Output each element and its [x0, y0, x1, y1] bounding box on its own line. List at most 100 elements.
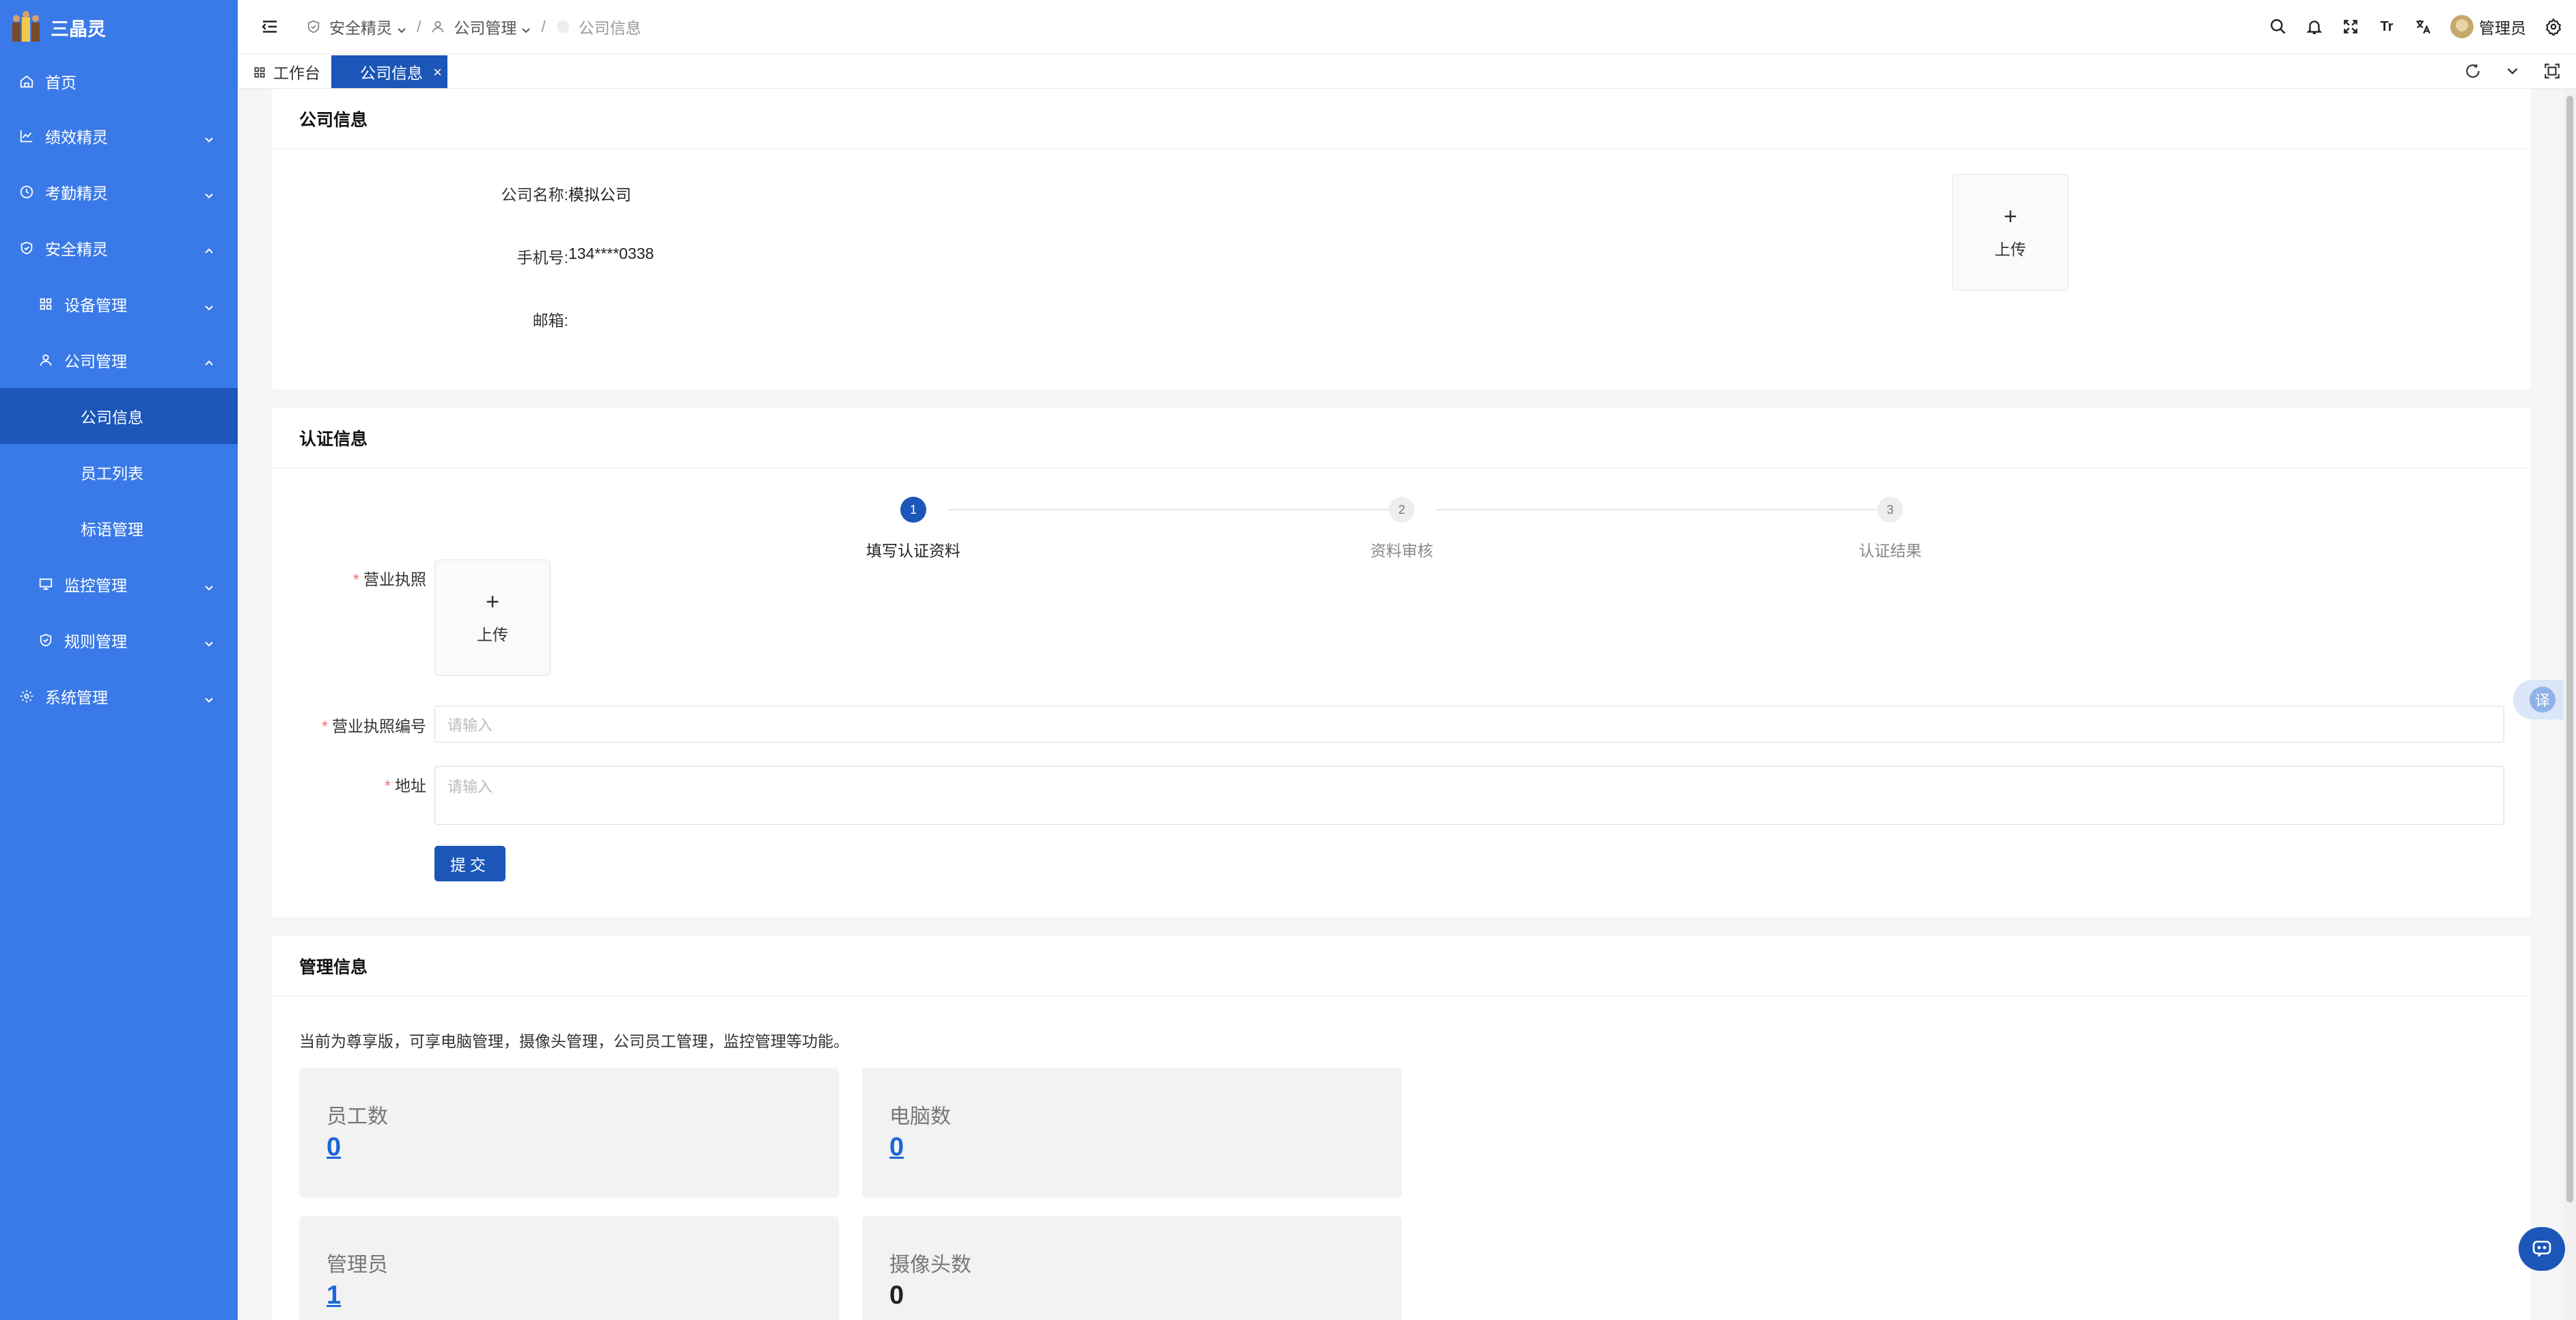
step-2-indicator: 2 — [1389, 497, 1415, 523]
license-no-label-text: 营业执照编号 — [332, 717, 426, 735]
stat-value-link[interactable]: 0 — [327, 1133, 341, 1162]
phone-label: 手机号: — [516, 249, 568, 266]
sidebar-item-monitoring[interactable]: 监控管理 — [0, 556, 238, 612]
chevron-down-icon[interactable] — [521, 21, 531, 33]
sidebar-item-label: 绩效精灵 — [45, 128, 108, 146]
sidebar-item-label: 安全精灵 — [45, 240, 108, 258]
sidebar-item-label: 公司管理 — [64, 353, 127, 370]
breadcrumb-separator: / — [417, 17, 421, 36]
scrollbar-thumb[interactable] — [2566, 96, 2573, 1202]
chevron-up-icon — [204, 243, 214, 253]
sidebar-item-label: 员工列表 — [81, 465, 143, 482]
brand-name: 三晶灵 — [51, 18, 106, 40]
grid-icon — [253, 65, 266, 79]
tab-company-info[interactable]: 公司信息 × — [331, 55, 447, 88]
breadcrumb-item-current: 公司信息 — [578, 19, 641, 37]
step-3-label: 认证结果 — [1859, 542, 1922, 560]
sidebar-item-system[interactable]: 系统管理 — [0, 668, 238, 724]
floating-translate-button[interactable]: 译 — [2513, 680, 2564, 719]
stat-label: 员工数 — [327, 1105, 388, 1128]
phone-value: 134****0338 — [568, 245, 654, 262]
chevron-down-icon[interactable] — [396, 21, 407, 33]
breadcrumb: 安全精灵 / 公司管理 / 公司信息 — [294, 15, 641, 38]
stat-value-link[interactable]: 0 — [889, 1133, 904, 1162]
floating-chat-button[interactable] — [2519, 1227, 2565, 1271]
avatar[interactable] — [2450, 15, 2474, 38]
upload-label: 上传 — [1995, 240, 2026, 258]
main-content: 公司信息 公司名称: 模拟公司 手机号: 134****0338 邮箱: + 上… — [238, 89, 2564, 1320]
gear-icon[interactable] — [2545, 18, 2562, 36]
tab-workbench[interactable]: 工作台 — [253, 55, 320, 88]
monitor-icon — [38, 577, 53, 592]
user-icon — [430, 19, 445, 34]
sidebar-item-label: 考勤精灵 — [45, 184, 108, 202]
sidebar-item-company[interactable]: 公司管理 — [0, 332, 238, 388]
search-icon[interactable] — [2269, 18, 2287, 36]
vertical-scrollbar[interactable] — [2564, 89, 2576, 1320]
stat-employees: 员工数 0 — [299, 1068, 839, 1198]
tab-label: 工作台 — [273, 64, 320, 82]
management-card: 管理信息 当前为尊享版，可享电脑管理，摄像头管理，公司员工管理，监控管理等功能。… — [272, 936, 2531, 1320]
sidebar-item-rules[interactable]: 规则管理 — [0, 612, 238, 668]
circle-icon — [555, 19, 570, 34]
sidebar-item-slogans[interactable]: 标语管理 — [0, 500, 238, 556]
translate-icon: 译 — [2530, 687, 2556, 713]
refresh-icon[interactable] — [2464, 62, 2482, 80]
sidebar-item-devices[interactable]: 设备管理 — [0, 276, 238, 332]
bell-icon[interactable] — [2305, 18, 2323, 36]
shield-icon — [306, 19, 321, 34]
font-size-icon[interactable]: Tr — [2378, 18, 2396, 36]
company-info-title: 公司信息 — [272, 89, 2531, 149]
license-no-input[interactable]: 请输入 — [434, 706, 2504, 743]
tab-dot — [346, 70, 350, 74]
stat-label: 摄像头数 — [889, 1254, 971, 1276]
license-upload-button[interactable]: + 上传 — [434, 560, 551, 676]
plus-icon: + — [2004, 204, 2017, 230]
address-label-text: 地址 — [395, 777, 426, 795]
translate-icon[interactable] — [2414, 18, 2432, 36]
shield-check-icon — [38, 633, 53, 648]
stat-admins: 管理员 1 — [299, 1216, 839, 1320]
breadcrumb-item-security[interactable]: 安全精灵 — [329, 15, 392, 38]
home-icon — [19, 74, 34, 89]
license-no-label: * 营业执照编号 — [299, 713, 426, 737]
stat-label: 管理员 — [327, 1254, 388, 1276]
shield-icon — [19, 240, 34, 256]
sidebar-item-company-info[interactable]: 公司信息 — [0, 388, 238, 444]
sidebar-item-security[interactable]: 安全精灵 — [0, 220, 238, 276]
chevron-down-icon — [204, 130, 214, 143]
menu-collapse-icon[interactable] — [260, 16, 280, 37]
sidebar-item-employee-list[interactable]: 员工列表 — [0, 444, 238, 500]
sidebar-item-label: 监控管理 — [64, 577, 127, 594]
brand-logo[interactable]: 三晶灵 — [0, 0, 238, 55]
stat-value-link[interactable]: 1 — [327, 1281, 341, 1310]
company-name-label: 公司名称: — [501, 186, 568, 204]
logo-upload-button[interactable]: + 上传 — [1952, 174, 2068, 290]
maximize-icon[interactable] — [2543, 62, 2561, 80]
submit-button[interactable]: 提交 — [434, 846, 505, 881]
email-label: 邮箱: — [532, 312, 568, 329]
stat-computers: 电脑数 0 — [862, 1068, 1402, 1198]
sidebar-item-label: 系统管理 — [45, 689, 108, 706]
header-actions: Tr 管理员 — [2251, 0, 2562, 53]
close-icon[interactable]: × — [433, 64, 442, 81]
top-header: 安全精灵 / 公司管理 / 公司信息 Tr 管理员 — [238, 0, 2576, 53]
sidebar-item-label: 首页 — [45, 74, 77, 92]
chevron-down-icon[interactable] — [2504, 62, 2521, 80]
sidebar-item-label: 规则管理 — [64, 633, 127, 650]
chevron-down-icon — [204, 691, 214, 703]
address-textarea[interactable]: 请输入 — [434, 766, 2504, 825]
sidebar-item-attendance[interactable]: 考勤精灵 — [0, 164, 238, 220]
required-mark: * — [353, 570, 359, 588]
fullscreen-icon[interactable] — [2342, 18, 2359, 36]
step-connector — [948, 509, 1406, 510]
sidebar-item-label: 标语管理 — [81, 521, 143, 538]
admin-name[interactable]: 管理员 — [2479, 15, 2526, 38]
clock-icon — [19, 184, 34, 200]
sidebar-item-home[interactable]: 首页 — [0, 55, 238, 108]
breadcrumb-item-company[interactable]: 公司管理 — [454, 15, 516, 38]
sidebar-item-performance[interactable]: 绩效精灵 — [0, 108, 238, 164]
user-icon — [38, 353, 53, 368]
sidebar: 三晶灵 首页 绩效精灵 考勤精灵 安全精灵 设备管理 公司管理 公司信息 员工列… — [0, 0, 238, 1320]
gear-icon — [19, 689, 34, 704]
